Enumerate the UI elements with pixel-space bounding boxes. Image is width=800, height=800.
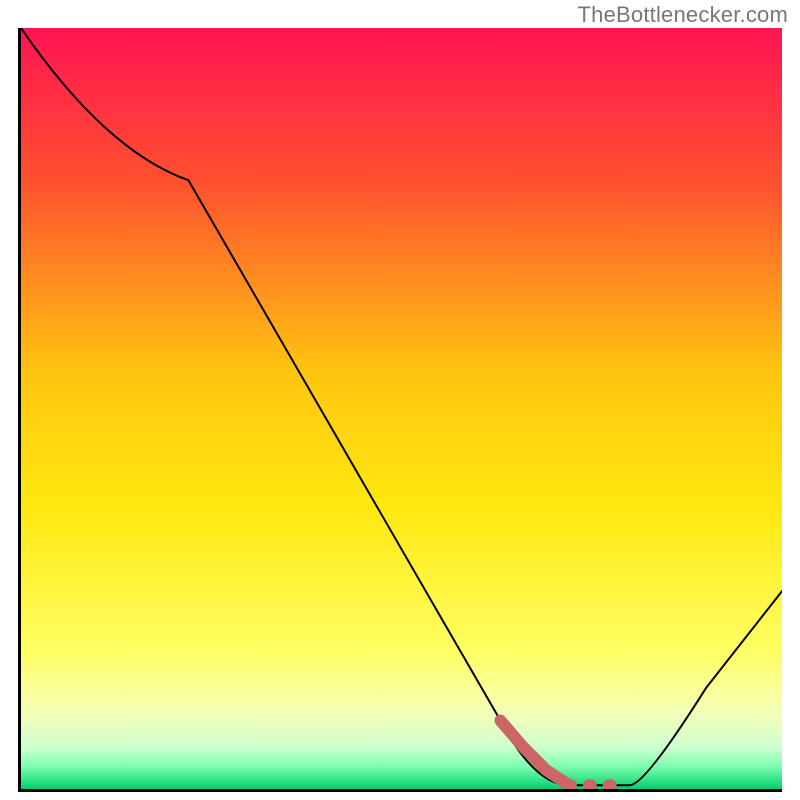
chart-container: TheBottlenecker.com <box>0 0 800 800</box>
gradient-background <box>21 28 782 789</box>
attribution-text: TheBottlenecker.com <box>578 2 788 28</box>
plot-area <box>18 28 782 792</box>
chart-svg <box>21 28 782 789</box>
